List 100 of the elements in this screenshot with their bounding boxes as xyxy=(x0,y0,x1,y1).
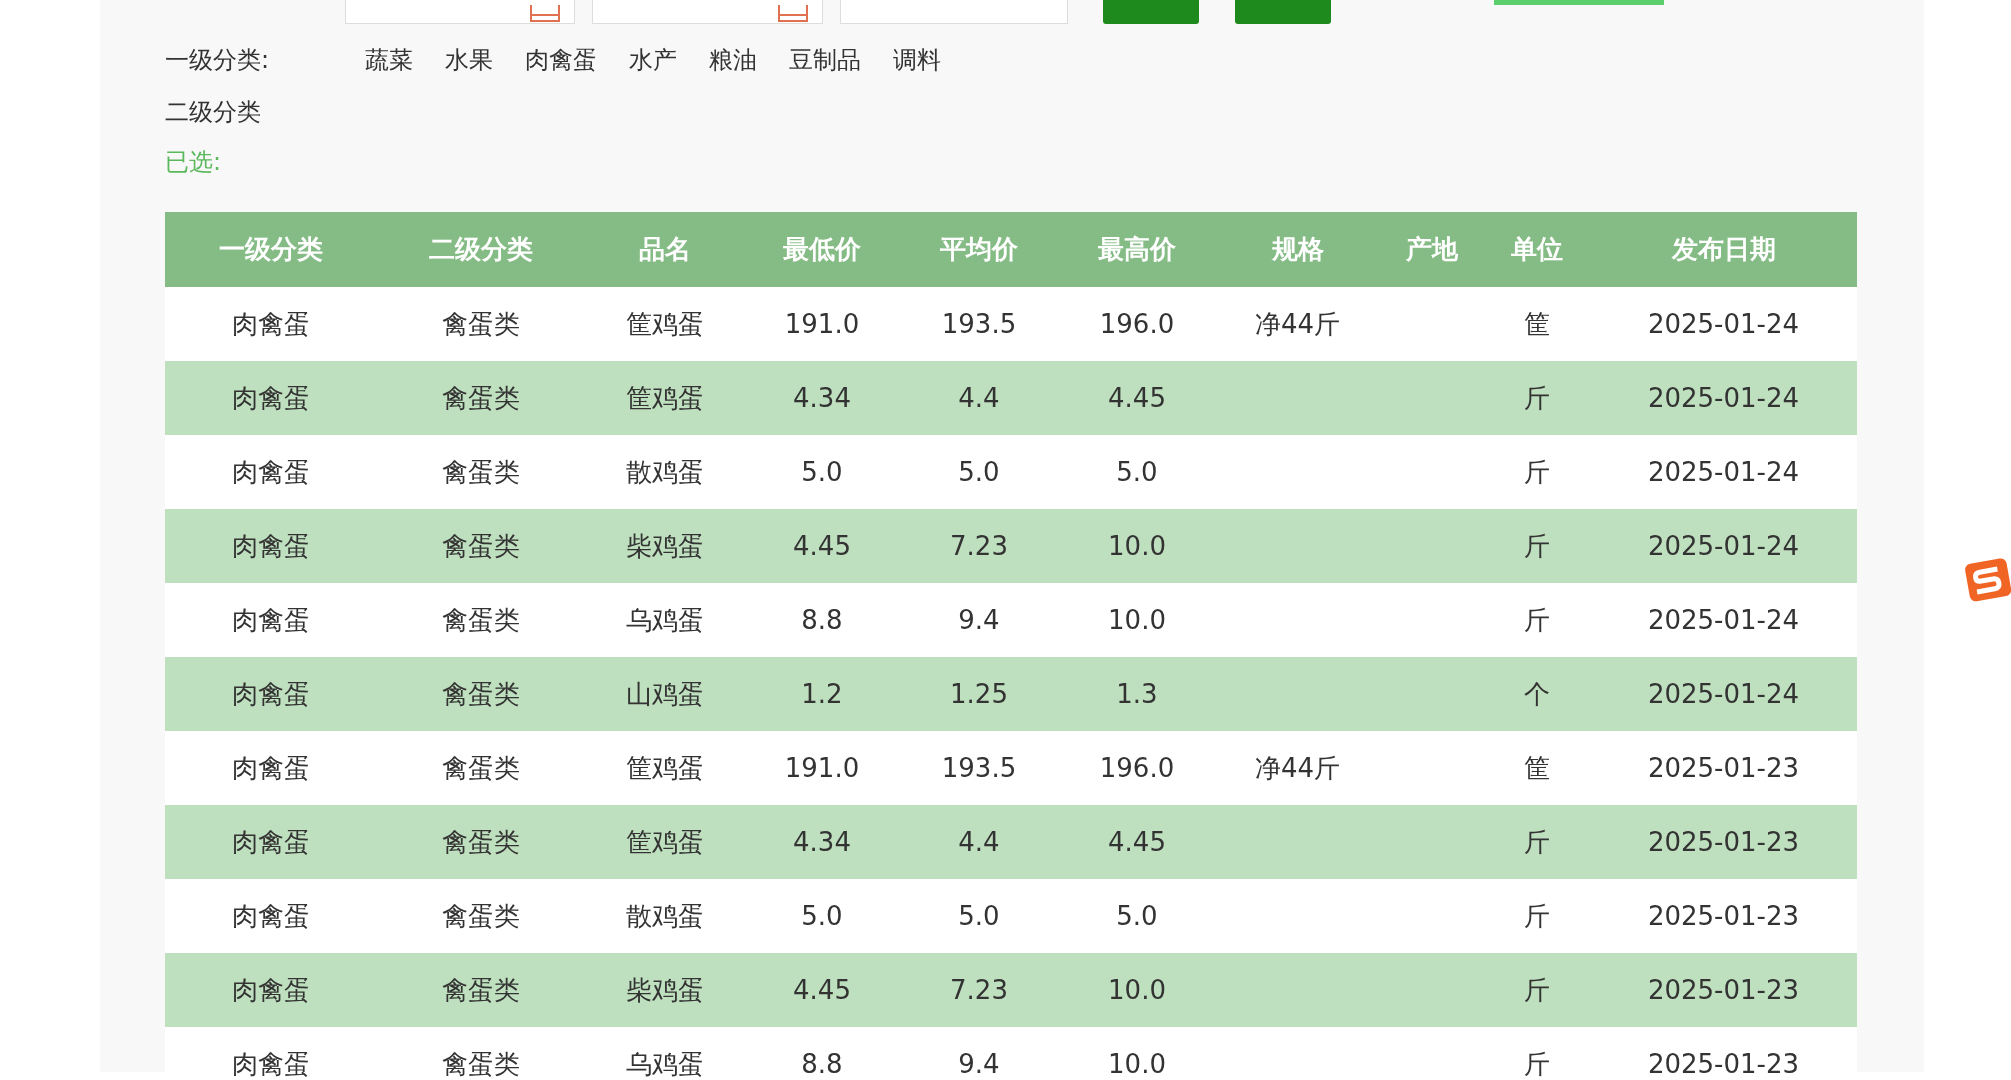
table-cell: 4.45 xyxy=(793,530,851,561)
date-field[interactable] xyxy=(592,0,823,24)
table-cell: 10.0 xyxy=(1108,974,1166,1005)
table-cell: 4.45 xyxy=(1108,382,1166,413)
table-cell: 196.0 xyxy=(1099,752,1175,783)
table-cell: 乌鸡蛋 xyxy=(626,1048,704,1079)
table-cell: 肉禽蛋 xyxy=(231,308,310,339)
table-cell: 筐 xyxy=(1524,752,1550,783)
table-cell: 肉禽蛋 xyxy=(231,604,310,635)
table-cell: 散鸡蛋 xyxy=(626,900,704,931)
table-cell: 2025-01-23 xyxy=(1647,826,1800,857)
table-cell: 2025-01-24 xyxy=(1647,678,1800,709)
table-cell: 肉禽蛋 xyxy=(231,900,310,931)
table-cell: 5.0 xyxy=(801,456,843,487)
table-cell: 禽蛋类 xyxy=(442,308,520,339)
table-cell: 斤 xyxy=(1524,382,1550,413)
column-header: 平均价 xyxy=(939,233,1019,266)
table-cell: 2025-01-24 xyxy=(1647,530,1800,561)
table-cell: 斤 xyxy=(1524,1048,1550,1079)
table-cell: 4.34 xyxy=(793,382,851,413)
table-cell: 肉禽蛋 xyxy=(231,826,310,857)
table-cell: 乌鸡蛋 xyxy=(626,604,704,635)
column-header: 品名 xyxy=(638,233,692,266)
table-cell: 2025-01-24 xyxy=(1647,382,1800,413)
table-cell: 196.0 xyxy=(1099,308,1175,339)
table-cell: 2025-01-24 xyxy=(1647,308,1800,339)
table-cell: 禽蛋类 xyxy=(442,604,520,635)
table-cell: 4.4 xyxy=(958,826,1000,857)
calendar-icon[interactable] xyxy=(778,5,808,23)
table-cell: 个 xyxy=(1524,678,1550,709)
table-cell: 禽蛋类 xyxy=(442,752,520,783)
table-cell: 4.34 xyxy=(793,826,851,857)
table-cell: 净44斤 xyxy=(1254,752,1341,783)
table-cell: 2025-01-23 xyxy=(1647,1048,1800,1079)
calendar-icon[interactable] xyxy=(530,5,560,23)
table-cell: 肉禽蛋 xyxy=(231,1048,310,1079)
input-field[interactable] xyxy=(840,0,1068,24)
table-cell: 5.0 xyxy=(801,900,843,931)
category-link[interactable]: 粮油 xyxy=(709,42,757,78)
table-cell: 筐鸡蛋 xyxy=(626,308,704,339)
category-link[interactable]: 豆制品 xyxy=(789,42,861,78)
column-header: 单位 xyxy=(1510,233,1564,266)
table-cell: 斤 xyxy=(1524,530,1550,561)
table-cell: 斤 xyxy=(1524,604,1550,635)
table-cell: 斤 xyxy=(1524,900,1550,931)
table-cell: 8.8 xyxy=(801,604,843,635)
table-cell: 肉禽蛋 xyxy=(231,974,310,1005)
table-cell: 2025-01-23 xyxy=(1647,974,1800,1005)
table-cell: 10.0 xyxy=(1108,1048,1166,1079)
table-cell: 筐鸡蛋 xyxy=(626,826,704,857)
category-link[interactable]: 水产 xyxy=(629,42,677,78)
table-cell: 4.4 xyxy=(958,382,1000,413)
table-cell: 肉禽蛋 xyxy=(231,752,310,783)
table-cell: 2025-01-24 xyxy=(1647,456,1800,487)
category-link[interactable]: 蔬菜 xyxy=(365,42,413,78)
table-cell: 193.5 xyxy=(941,308,1017,339)
table-cell: 肉禽蛋 xyxy=(231,456,310,487)
table-cell: 9.4 xyxy=(958,604,1000,635)
column-header: 二级分类 xyxy=(428,233,534,266)
date-field[interactable] xyxy=(345,0,575,24)
table-cell: 禽蛋类 xyxy=(442,974,520,1005)
table-cell: 肉禽蛋 xyxy=(231,678,310,709)
table-cell: 2025-01-24 xyxy=(1647,604,1800,635)
column-header: 产地 xyxy=(1404,233,1459,266)
table-cell: 筐鸡蛋 xyxy=(626,382,704,413)
table-cell: 1.3 xyxy=(1116,678,1158,709)
table-cell: 禽蛋类 xyxy=(442,1048,520,1079)
column-header: 最低价 xyxy=(782,233,862,266)
table-cell: 191.0 xyxy=(784,308,860,339)
table-cell: 10.0 xyxy=(1108,530,1166,561)
table-cell: 4.45 xyxy=(1108,826,1166,857)
category-link[interactable]: 肉禽蛋 xyxy=(525,42,597,78)
column-header: 最高价 xyxy=(1097,233,1177,266)
table-cell: 5.0 xyxy=(958,900,1000,931)
table-cell: 4.45 xyxy=(793,974,851,1005)
table-cell: 1.2 xyxy=(801,678,843,709)
table-cell: 5.0 xyxy=(958,456,1000,487)
selected-label: 已选: xyxy=(165,147,222,178)
table-cell: 10.0 xyxy=(1108,604,1166,635)
table-cell: 斤 xyxy=(1524,456,1550,487)
filter-label: 二级分类 xyxy=(165,97,261,128)
table-cell: 斤 xyxy=(1524,974,1550,1005)
table-cell: 筐 xyxy=(1524,308,1550,339)
column-header: 发布日期 xyxy=(1670,233,1777,266)
table-cell: 2025-01-23 xyxy=(1647,752,1800,783)
table-cell: 肉禽蛋 xyxy=(231,530,310,561)
table-cell: 191.0 xyxy=(784,752,860,783)
table-cell: 7.23 xyxy=(950,530,1008,561)
filter-label: 一级分类: xyxy=(165,45,271,76)
table-cell: 193.5 xyxy=(941,752,1017,783)
table-cell: 9.4 xyxy=(958,1048,1000,1079)
table-cell: 净44斤 xyxy=(1254,308,1341,339)
table-cell: 柴鸡蛋 xyxy=(626,530,704,561)
category-link[interactable]: 调料 xyxy=(893,42,941,78)
table-cell: 柴鸡蛋 xyxy=(626,974,704,1005)
table-cell: 肉禽蛋 xyxy=(231,382,310,413)
table-cell: 散鸡蛋 xyxy=(626,456,704,487)
table-cell: 禽蛋类 xyxy=(442,826,520,857)
table-cell: 筐鸡蛋 xyxy=(626,752,704,783)
category-link[interactable]: 水果 xyxy=(445,42,493,78)
